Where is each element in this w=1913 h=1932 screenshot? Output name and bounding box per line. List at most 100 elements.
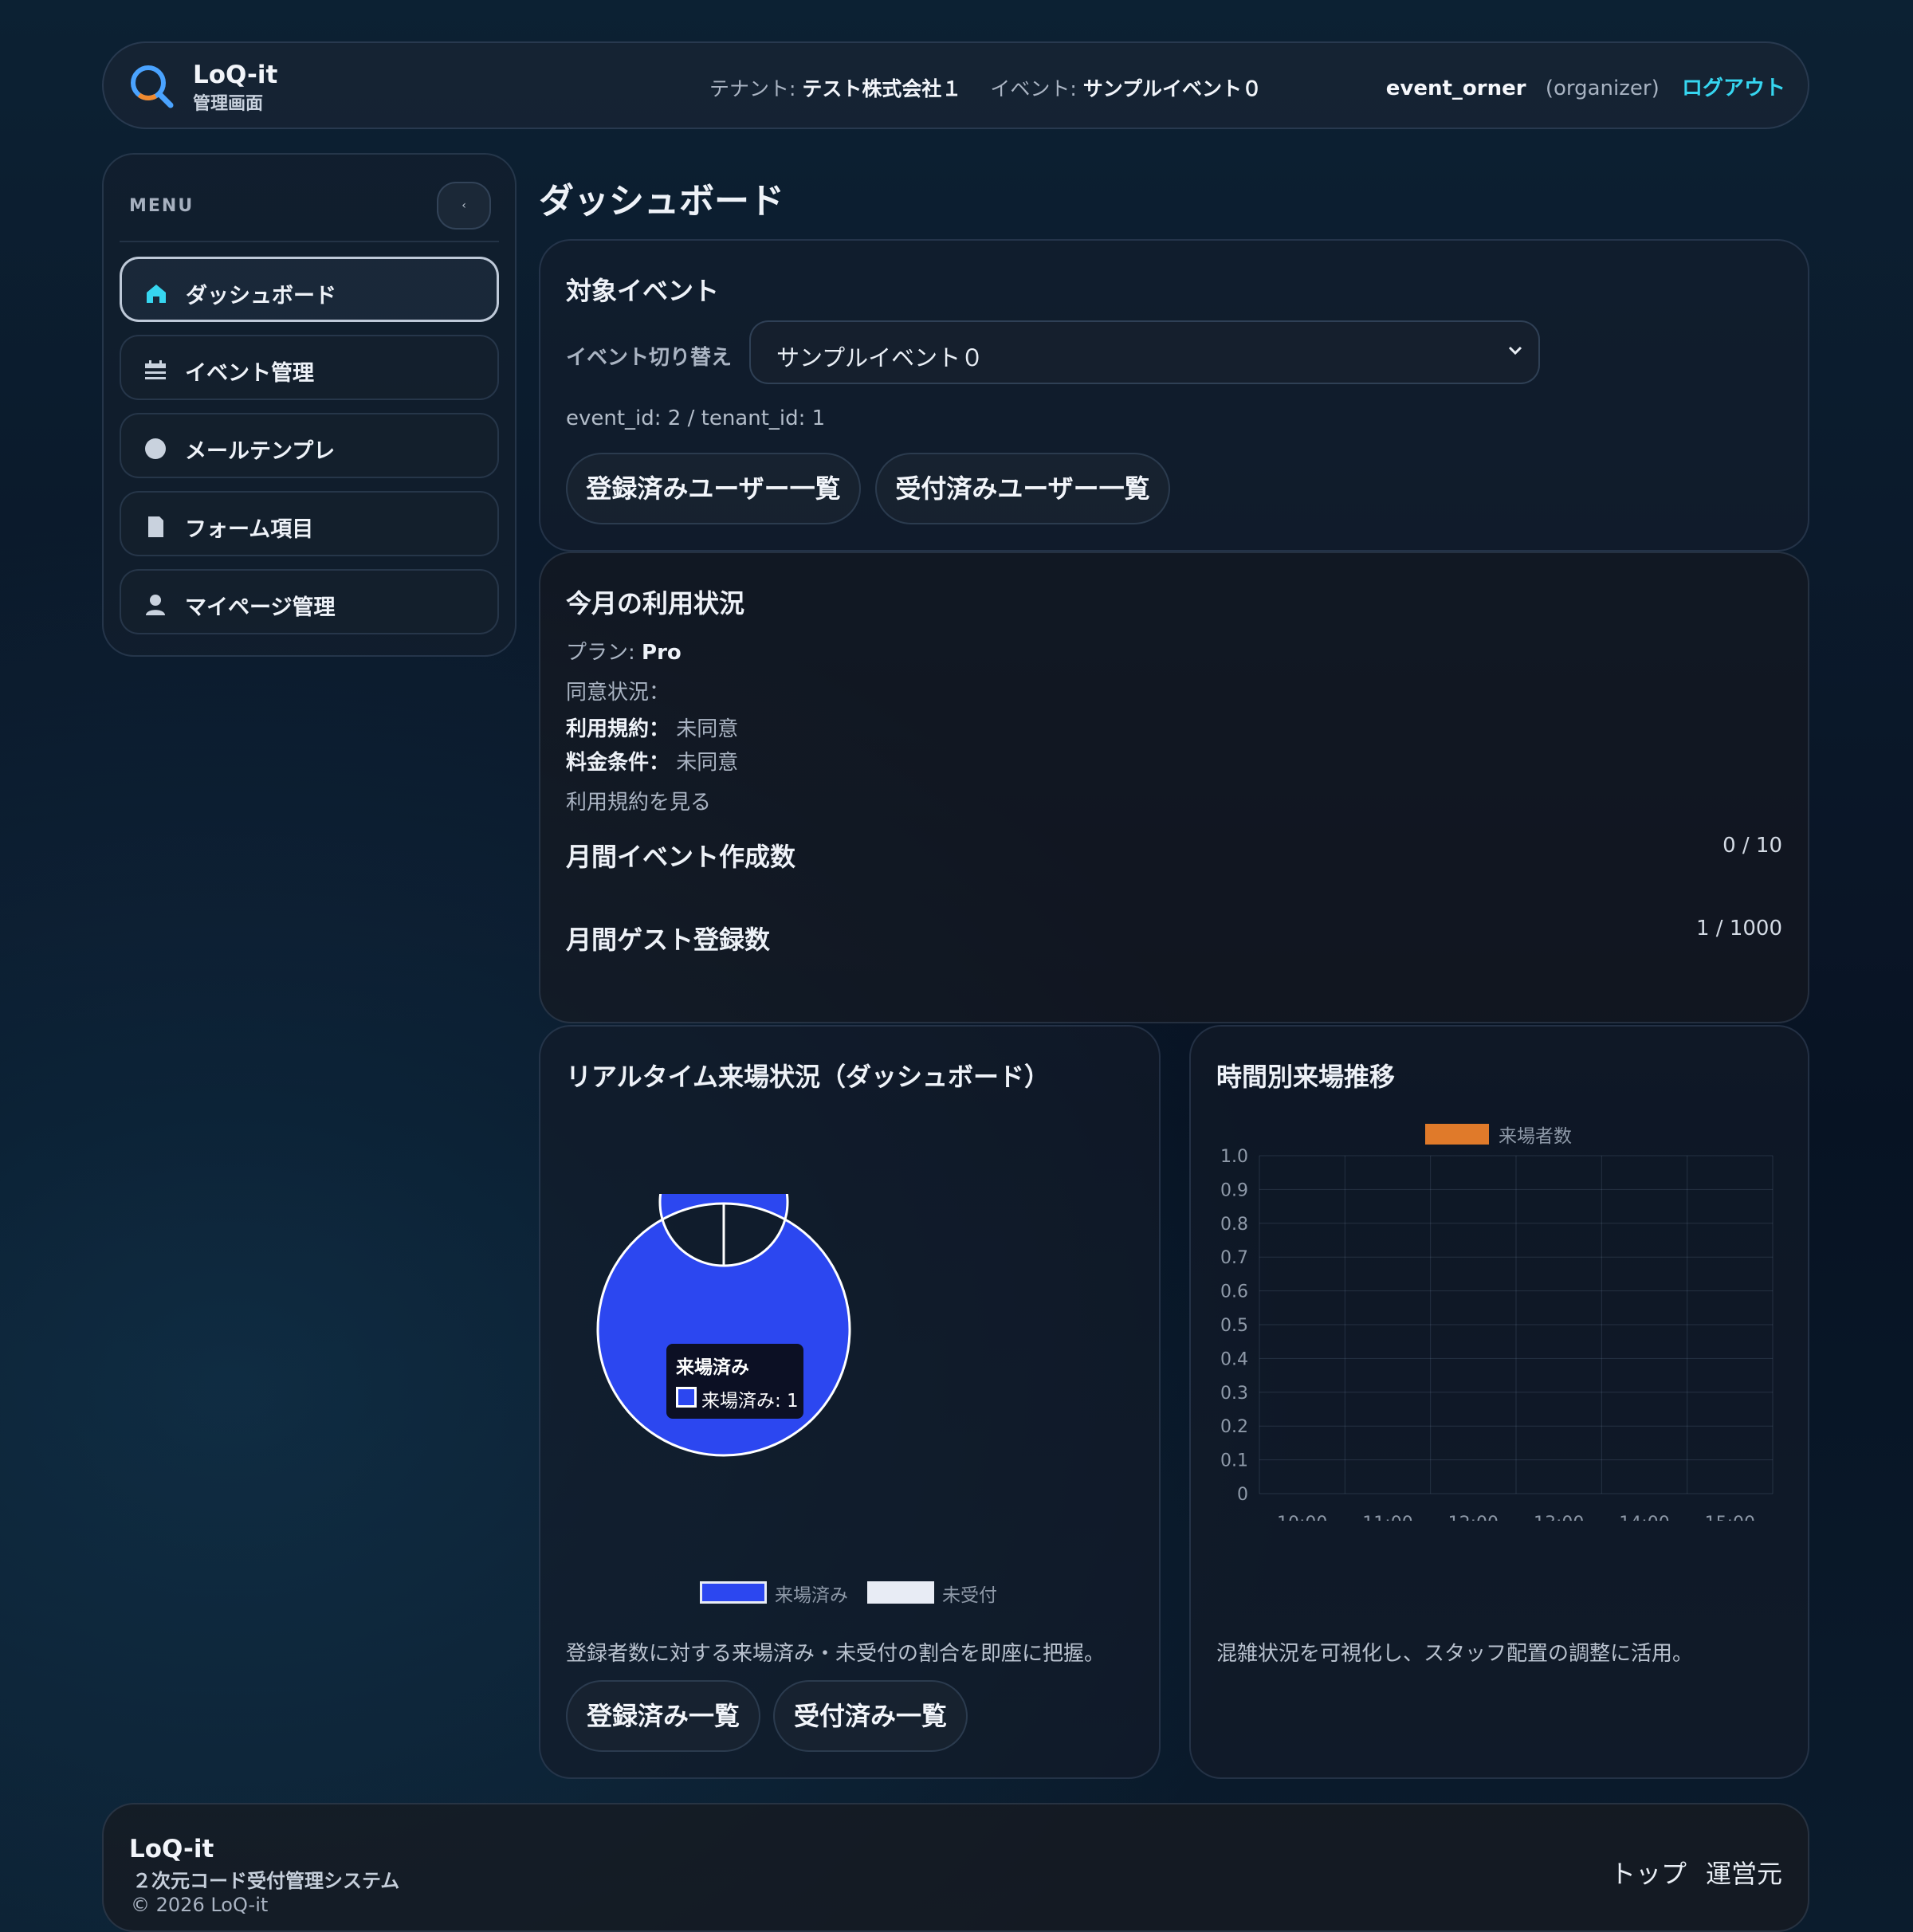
pricing-value: 未同意 bbox=[670, 751, 739, 775]
home-icon bbox=[147, 285, 166, 303]
brand-name: LoQ-it bbox=[193, 61, 278, 89]
sidebar-item-label: マイページ管理 bbox=[185, 595, 336, 620]
x-tick-label: 14:00 bbox=[1619, 1514, 1669, 1521]
y-tick-label: 0.8 bbox=[1220, 1215, 1248, 1235]
pricing-label: 料金条件： bbox=[566, 751, 670, 775]
sidebar-item-label: フォーム項目 bbox=[185, 517, 314, 542]
plan-row: プラン: Pro bbox=[566, 636, 682, 666]
footer: LoQ-it ２次元コード受付管理システム © 2026 LoQ-it トップ運… bbox=[102, 1803, 1809, 1932]
plan-value: Pro bbox=[642, 641, 682, 665]
registered-users-button[interactable]: 登録済みユーザー一覧 bbox=[566, 453, 861, 524]
x-tick-label: 15:00 bbox=[1705, 1514, 1755, 1521]
username: event_orner bbox=[1385, 77, 1526, 100]
monthly-guests-label: 月間ゲスト登録数 bbox=[566, 925, 771, 955]
document-icon bbox=[148, 516, 163, 537]
user-box: event_orner (organizer) ログアウト bbox=[1386, 72, 1785, 101]
sidebar-item-label: イベント管理 bbox=[185, 361, 314, 386]
circle-icon bbox=[145, 438, 166, 459]
y-tick-label: 0 bbox=[1237, 1485, 1248, 1505]
x-tick-label: 10:00 bbox=[1277, 1514, 1327, 1521]
logo-search-icon bbox=[131, 65, 174, 108]
footer-brand: LoQ-it bbox=[129, 1835, 214, 1863]
event-switch-label: イベント切り替え bbox=[566, 346, 733, 370]
sidebar-collapse-button[interactable]: ‹ bbox=[437, 182, 491, 230]
tooltip-swatch bbox=[676, 1387, 697, 1408]
monthly-events-value: 0 / 10 bbox=[1722, 834, 1782, 858]
monthly-guests-value: 1 / 1000 bbox=[1696, 917, 1782, 940]
user-role: (organizer) bbox=[1545, 77, 1660, 100]
y-tick-label: 0.7 bbox=[1220, 1248, 1248, 1268]
sidebar-item-label: ダッシュボード bbox=[186, 284, 336, 308]
realtime-caption: 登録者数に対する来場済み・未受付の割合を即座に把握。 bbox=[566, 1642, 1106, 1666]
checked-in-list-button[interactable]: 受付済み一覧 bbox=[773, 1680, 968, 1752]
event-select-value: サンプルイベント０ bbox=[776, 344, 984, 371]
footer-subtitle: ２次元コード受付管理システム bbox=[132, 1870, 400, 1892]
footer-link-operator[interactable]: 運営元 bbox=[1706, 1859, 1782, 1889]
sidebar: MENU ‹ ダッシュボード イベント管理 メールテンプレ フォーム項目 マイペ… bbox=[102, 153, 517, 657]
y-tick-label: 0.5 bbox=[1220, 1316, 1248, 1336]
x-tick-label: 11:00 bbox=[1362, 1514, 1412, 1521]
tenant-event-context: テナント: テスト株式会社１ イベント: サンプルイベント０ bbox=[709, 73, 1262, 102]
hourly-attendance-panel: 時間別来場推移 来場者数 0 0.1 0.2 0.3 0.4 0.5 0.6 0.7 0.8 0.… bbox=[1189, 1025, 1809, 1779]
logout-link[interactable]: ログアウト bbox=[1682, 77, 1785, 100]
attendance-doughnut-chart bbox=[596, 1194, 851, 1457]
sidebar-item-mypage[interactable]: マイページ管理 bbox=[120, 569, 499, 634]
terms-label: 利用規約： bbox=[566, 717, 670, 741]
y-tick-label: 0.2 bbox=[1220, 1417, 1248, 1437]
page-title: ダッシュボード bbox=[539, 181, 784, 222]
sidebar-item-form-fields[interactable]: フォーム項目 bbox=[120, 491, 499, 556]
y-tick-label: 0.1 bbox=[1220, 1451, 1248, 1471]
event-label: イベント: bbox=[990, 77, 1077, 100]
footer-link-top[interactable]: トップ bbox=[1610, 1859, 1687, 1889]
terms-row: 利用規約： 未同意 bbox=[566, 713, 738, 742]
checked-in-users-button[interactable]: 受付済みユーザー一覧 bbox=[875, 453, 1170, 524]
panel-title: リアルタイム来場状況（ダッシュボード） bbox=[566, 1062, 1051, 1092]
plan-label: プラン: bbox=[566, 641, 642, 665]
legend-label-pending[interactable]: 未受付 bbox=[942, 1580, 997, 1607]
chart-tooltip: 来場済み 来場済み: 1 bbox=[666, 1344, 803, 1419]
event-select[interactable]: サンプルイベント０ bbox=[749, 320, 1540, 384]
legend-swatch-pending bbox=[867, 1581, 934, 1604]
event-ids: event_id: 2 / tenant_id: 1 bbox=[566, 406, 826, 430]
realtime-attendance-panel: リアルタイム来場状況（ダッシュボード） 来場済み 来場済み: 1 来場済み 未受… bbox=[539, 1025, 1161, 1779]
y-tick-label: 1.0 bbox=[1220, 1147, 1248, 1167]
legend-label-visited[interactable]: 来場済み bbox=[775, 1580, 848, 1607]
event-value: サンプルイベント０ bbox=[1082, 77, 1262, 100]
hourly-line-chart: 0 0.1 0.2 0.3 0.4 0.5 0.6 0.7 0.8 0.9 1.0 10:00 11:0… bbox=[1220, 1147, 1774, 1521]
panel-title: 対象イベント bbox=[566, 276, 720, 306]
top-header: LoQ-it 管理画面 テナント: テスト株式会社１ イベント: サンプルイベン… bbox=[102, 41, 1809, 129]
terms-link[interactable]: 利用規約を見る bbox=[566, 786, 711, 815]
tooltip-title: 来場済み bbox=[676, 1357, 749, 1378]
panel-title: 時間別来場推移 bbox=[1216, 1062, 1396, 1092]
footer-copyright: © 2026 LoQ-it bbox=[131, 1894, 269, 1916]
sidebar-item-mail-templates[interactable]: メールテンプレ bbox=[120, 413, 499, 478]
calendar-icon bbox=[145, 360, 166, 379]
tenant-value: テスト株式会社１ bbox=[802, 77, 962, 100]
y-tick-label: 0.4 bbox=[1220, 1349, 1248, 1369]
chevron-down-icon bbox=[1508, 346, 1522, 355]
tenant-label: テナント: bbox=[709, 77, 796, 100]
monthly-usage-panel: 今月の利用状況 プラン: Pro 同意状況： 利用規約： 未同意 料金条件： 未… bbox=[539, 552, 1809, 1023]
consent-label: 同意状況： bbox=[566, 681, 670, 705]
target-event-panel: 対象イベント イベント切り替え サンプルイベント０ event_id: 2 / … bbox=[539, 239, 1809, 552]
menu-divider bbox=[120, 241, 499, 242]
tooltip-text: 来場済み: 1 bbox=[701, 1391, 799, 1412]
sidebar-item-events[interactable]: イベント管理 bbox=[120, 335, 499, 400]
x-tick-label: 12:00 bbox=[1448, 1514, 1499, 1521]
sidebar-item-dashboard[interactable]: ダッシュボード bbox=[120, 257, 499, 322]
legend-swatch-visited bbox=[700, 1581, 767, 1604]
hourly-caption: 混雑状況を可視化し、スタッフ配置の調整に活用。 bbox=[1216, 1642, 1694, 1666]
brand-subtitle: 管理画面 bbox=[193, 94, 264, 114]
y-tick-label: 0.3 bbox=[1220, 1384, 1248, 1404]
monthly-events-label: 月間イベント作成数 bbox=[566, 842, 796, 872]
y-tick-label: 0.6 bbox=[1220, 1282, 1248, 1302]
panel-title: 今月の利用状況 bbox=[566, 588, 745, 618]
registered-list-button[interactable]: 登録済み一覧 bbox=[566, 1680, 760, 1752]
user-icon bbox=[146, 595, 165, 615]
terms-value: 未同意 bbox=[670, 717, 739, 741]
pricing-row: 料金条件： 未同意 bbox=[566, 746, 738, 776]
y-tick-label: 0.9 bbox=[1220, 1180, 1248, 1200]
sidebar-item-label: メールテンプレ bbox=[185, 439, 336, 464]
menu-title: MENU bbox=[129, 196, 194, 216]
x-tick-label: 13:00 bbox=[1534, 1514, 1584, 1521]
